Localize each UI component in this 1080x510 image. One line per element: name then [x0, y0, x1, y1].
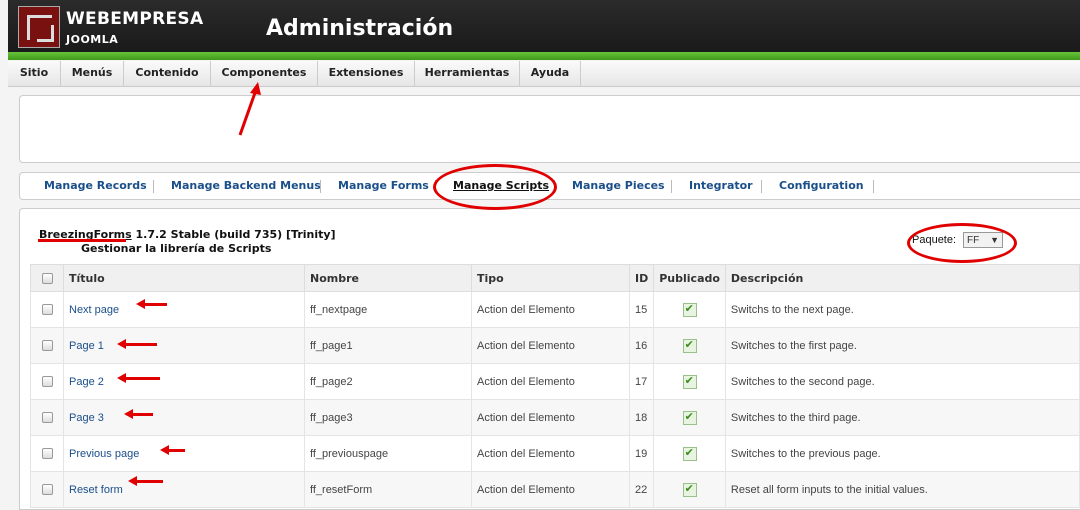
table-row: Previous page ff_previouspage Action del… — [30, 435, 1080, 472]
table-row: Page 1 ff_page1 Action del Elemento 16 S… — [30, 327, 1080, 364]
script-name: ff_nextpage — [304, 291, 472, 328]
script-description: Reset all form inputs to the initial val… — [724, 471, 1080, 508]
script-title-link[interactable]: Next page — [69, 304, 119, 316]
menu-item-extensiones[interactable]: Extensiones — [318, 61, 415, 86]
script-name: ff_resetForm — [304, 471, 472, 508]
row-arrow-line — [135, 480, 163, 483]
script-name: ff_page3 — [304, 399, 472, 436]
published-check-icon[interactable] — [682, 302, 697, 317]
script-type: Action del Elemento — [471, 471, 630, 508]
script-id: 19 — [628, 435, 655, 472]
script-name: ff_page1 — [304, 327, 472, 364]
menu-item-componentes[interactable]: Componentes — [211, 61, 318, 86]
published-check-icon[interactable] — [682, 446, 697, 461]
component-name-underline — [38, 239, 126, 242]
menu-item-sitio[interactable]: Sitio — [8, 61, 61, 86]
select-all-header — [30, 264, 64, 292]
script-id: 15 — [628, 291, 655, 328]
paquete-highlight-ellipse — [907, 223, 1017, 263]
script-description: Switches to the first page. — [724, 327, 1080, 364]
menu-item-contenido[interactable]: Contenido — [124, 61, 211, 86]
col-nombre[interactable]: Nombre — [304, 264, 472, 292]
page-title: Administración — [266, 16, 454, 41]
webempresa-logo-icon — [18, 6, 60, 48]
script-type: Action del Elemento — [471, 435, 630, 472]
row-checkbox[interactable] — [41, 484, 53, 495]
script-type: Action del Elemento — [471, 291, 630, 328]
row-checkbox[interactable] — [41, 304, 53, 315]
component-version: 1.7.2 Stable (build 735) [Trinity] — [135, 228, 336, 241]
select-all-checkbox[interactable] — [41, 272, 53, 284]
table-row: Page 3 ff_page3 Action del Elemento 18 S… — [30, 399, 1080, 436]
admin-header: WEBEMPRESA JOOMLA Administración — [8, 0, 1080, 52]
script-title-link[interactable]: Page 1 — [69, 340, 104, 352]
menu-item-menus[interactable]: Menús — [61, 61, 124, 86]
script-type: Action del Elemento — [471, 327, 630, 364]
published-check-icon[interactable] — [682, 482, 697, 497]
scripts-table: Título Nombre Tipo ID Publicado Descripc… — [30, 264, 1080, 508]
submenu-manage-forms[interactable]: Manage Forms — [338, 173, 429, 199]
table-row: Next page ff_nextpage Action del Element… — [30, 291, 1080, 328]
published-check-icon[interactable] — [682, 338, 697, 353]
main-menu: Sitio Menús Contenido Componentes Extens… — [8, 61, 1080, 87]
toolbar-box — [19, 95, 1080, 163]
col-publicado[interactable]: Publicado — [653, 264, 726, 292]
manage-scripts-highlight-ellipse — [433, 164, 557, 210]
submenu-integrator[interactable]: Integrator — [689, 173, 753, 199]
published-check-icon[interactable] — [682, 374, 697, 389]
row-checkbox[interactable] — [41, 412, 53, 423]
component-subtitle: Gestionar la librería de Scripts — [81, 242, 272, 255]
col-tipo[interactable]: Tipo — [471, 264, 630, 292]
componentes-arrow-icon — [238, 82, 261, 136]
table-header-row: Título Nombre Tipo ID Publicado Descripc… — [30, 264, 1080, 292]
script-title-link[interactable]: Previous page — [69, 448, 139, 460]
submenu-configuration[interactable]: Configuration — [779, 173, 864, 199]
script-id: 16 — [628, 327, 655, 364]
row-checkbox[interactable] — [41, 340, 53, 351]
script-description: Switchs to the next page. — [724, 291, 1080, 328]
row-arrow-line — [131, 413, 153, 416]
table-row: Page 2 ff_page2 Action del Elemento 17 S… — [30, 363, 1080, 400]
published-check-icon[interactable] — [682, 410, 697, 425]
brand-name: WEBEMPRESA — [66, 9, 204, 29]
brand-sub: JOOMLA — [66, 33, 119, 46]
script-type: Action del Elemento — [471, 363, 630, 400]
menu-item-herramientas[interactable]: Herramientas — [415, 61, 520, 86]
col-titulo[interactable]: Título — [63, 264, 305, 292]
script-description: Switches to the second page. — [724, 363, 1080, 400]
row-arrow-line — [167, 449, 185, 452]
col-descripcion[interactable]: Descripción — [724, 264, 1080, 292]
col-id[interactable]: ID — [628, 264, 655, 292]
script-title-link[interactable]: Page 3 — [69, 412, 104, 424]
submenu-manage-backend-menus[interactable]: Manage Backend Menus — [171, 173, 321, 199]
row-arrow-line — [143, 303, 167, 306]
script-type: Action del Elemento — [471, 399, 630, 436]
script-title-link[interactable]: Reset form — [69, 484, 123, 496]
script-id: 17 — [628, 363, 655, 400]
menu-item-ayuda[interactable]: Ayuda — [520, 61, 581, 86]
header-accent-bar — [8, 52, 1080, 60]
submenu-manage-records[interactable]: Manage Records — [44, 173, 147, 199]
script-id: 22 — [628, 471, 655, 508]
row-arrow-line — [124, 377, 160, 380]
row-checkbox[interactable] — [41, 376, 53, 387]
script-description: Switches to the previous page. — [724, 435, 1080, 472]
row-checkbox[interactable] — [41, 448, 53, 459]
row-arrow-line — [124, 343, 157, 346]
script-name: ff_previouspage — [304, 435, 472, 472]
script-title-link[interactable]: Page 2 — [69, 376, 104, 388]
table-row: Reset form ff_resetForm Action del Eleme… — [30, 471, 1080, 508]
script-id: 18 — [628, 399, 655, 436]
submenu-manage-pieces[interactable]: Manage Pieces — [572, 173, 665, 199]
script-description: Switches to the third page. — [724, 399, 1080, 436]
script-name: ff_page2 — [304, 363, 472, 400]
